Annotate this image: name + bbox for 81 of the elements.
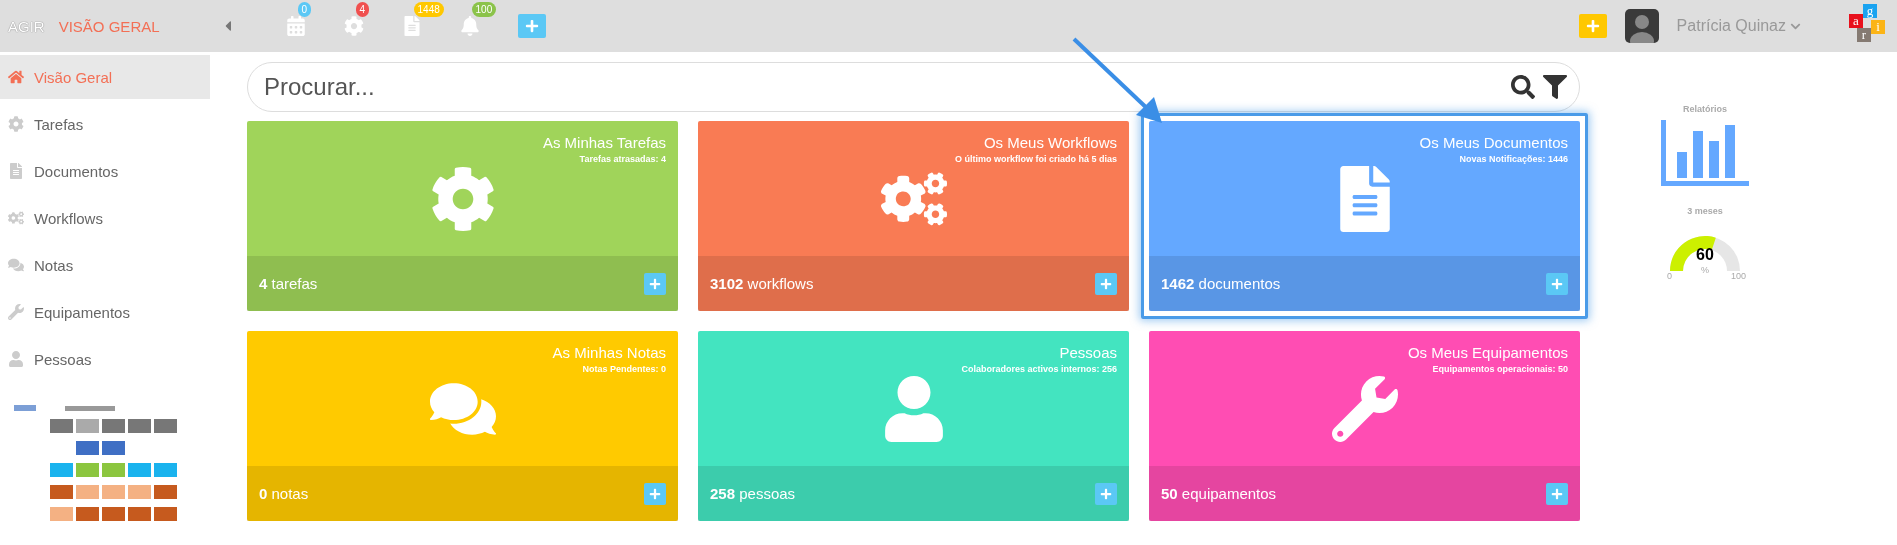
card-subtitle: Novas Notificações: 1446: [1459, 154, 1568, 164]
card-title: Pessoas: [1059, 344, 1117, 361]
card-count: 258 pessoas: [710, 485, 796, 502]
document-icon: [8, 163, 24, 179]
plus-icon: [524, 19, 539, 33]
dashboard-card[interactable]: As Minhas Notas Notas Pendentes: 0 0 notas: [247, 331, 678, 521]
filter-icon[interactable]: [1543, 75, 1567, 99]
gear-icon[interactable]: [343, 16, 364, 36]
dashboard-card[interactable]: Os Meus Equipamentos Equipamentos operacionais: 50 50 equipamentos: [1149, 331, 1580, 521]
wrench-icon: [8, 304, 24, 320]
card-subtitle: Notas Pendentes: 0: [582, 364, 666, 374]
dashboard-card[interactable]: Os Meus Documentos Novas Notificações: 1446 1462 documentos: [1149, 121, 1580, 311]
plus-icon: [1585, 19, 1600, 33]
logo-letter: g: [1863, 4, 1877, 18]
gauge-max: 100: [1731, 271, 1747, 281]
gear-icon: [429, 166, 496, 232]
card-title: Os Meus Documentos: [1419, 134, 1568, 151]
card-subtitle: Tarefas atrasadas: 4: [579, 154, 666, 164]
add-button[interactable]: [1095, 272, 1117, 295]
sidebar-item[interactable]: Visão Geral: [0, 55, 210, 99]
count-badge: 1448: [413, 2, 444, 17]
gauge-value: 60: [1696, 246, 1714, 264]
dashboard-card[interactable]: Os Meus Workflows O último workflow foi criado há 5 dias 3102 workflows: [698, 121, 1129, 311]
avatar[interactable]: [1624, 9, 1659, 43]
card-title: As Minhas Notas: [552, 344, 666, 361]
user-name[interactable]: Patrícia Quinaz: [1676, 17, 1786, 35]
card-title: Os Meus Workflows: [983, 134, 1117, 151]
add-button[interactable]: [644, 272, 666, 295]
search-field[interactable]: Procurar...: [262, 72, 1511, 102]
gauge-title: 3 meses: [1687, 206, 1723, 216]
card-count: 0 notas: [259, 485, 309, 502]
section-title: VISÃO GERAL: [58, 17, 160, 35]
sidebar-item[interactable]: Equipamentos: [0, 290, 210, 334]
gears-icon: [8, 210, 24, 226]
reports-title: Relatórios: [1683, 104, 1727, 114]
count-badge: 0: [297, 2, 312, 17]
add-button[interactable]: [1095, 482, 1117, 505]
logo-letter: r: [1857, 28, 1871, 42]
speech-bubbles-icon: [8, 257, 24, 273]
sidebar-item[interactable]: Workflows: [0, 196, 210, 240]
add-button[interactable]: [517, 14, 546, 38]
card-subtitle: Equipamentos operacionais: 50: [1432, 364, 1568, 374]
person-icon: [8, 351, 24, 367]
card-count: 1462 documentos: [1161, 275, 1281, 292]
home-icon: [8, 69, 24, 85]
add-button[interactable]: [1546, 482, 1568, 505]
count-badge: 100: [471, 2, 497, 17]
logo-letter: i: [1871, 20, 1885, 34]
add-button[interactable]: [1546, 272, 1568, 295]
gauge-unit: %: [1701, 265, 1709, 275]
plus-icon: [1100, 277, 1112, 290]
add-button[interactable]: [1578, 14, 1607, 38]
plus-icon: [1551, 487, 1563, 500]
card-subtitle: O último workflow foi criado há 5 dias: [954, 154, 1117, 164]
logo-letter: a: [1849, 14, 1863, 28]
bar-chart-icon[interactable]: [1661, 120, 1749, 186]
sidebar-item[interactable]: Pessoas: [0, 337, 210, 381]
gauge-min: 0: [1667, 271, 1672, 281]
search-icon[interactable]: [1511, 75, 1535, 99]
card-title: As Minhas Tarefas: [542, 134, 666, 151]
card-count: 4 tarefas: [259, 275, 318, 292]
plus-icon: [649, 487, 661, 500]
sidebar-item[interactable]: Documentos: [0, 149, 210, 193]
card-count: 50 equipamentos: [1161, 485, 1277, 502]
dashboard-card[interactable]: Pessoas Colaboradores activos internos: 256 258 pessoas: [698, 331, 1129, 521]
search-bar[interactable]: Procurar...: [247, 62, 1580, 112]
gear-icon: [8, 116, 24, 132]
sidebar-item[interactable]: Tarefas: [0, 102, 210, 146]
card-title: Os Meus Equipamentos: [1407, 344, 1568, 361]
add-button[interactable]: [644, 482, 666, 505]
sidebar-item[interactable]: Notas: [0, 243, 210, 287]
plus-icon: [1551, 277, 1563, 290]
plus-icon: [649, 277, 661, 290]
bell-icon[interactable]: [459, 16, 480, 36]
plus-icon: [1100, 487, 1112, 500]
dashboard-card[interactable]: As Minhas Tarefas Tarefas atrasadas: 4 4 tarefas: [247, 121, 678, 311]
calendar-icon[interactable]: [285, 16, 306, 36]
card-count: 3102 workflows: [710, 275, 814, 292]
wrench-icon: [1331, 376, 1398, 442]
card-subtitle: Colaboradores activos internos: 256: [961, 364, 1117, 374]
count-badge: 4: [355, 2, 370, 17]
